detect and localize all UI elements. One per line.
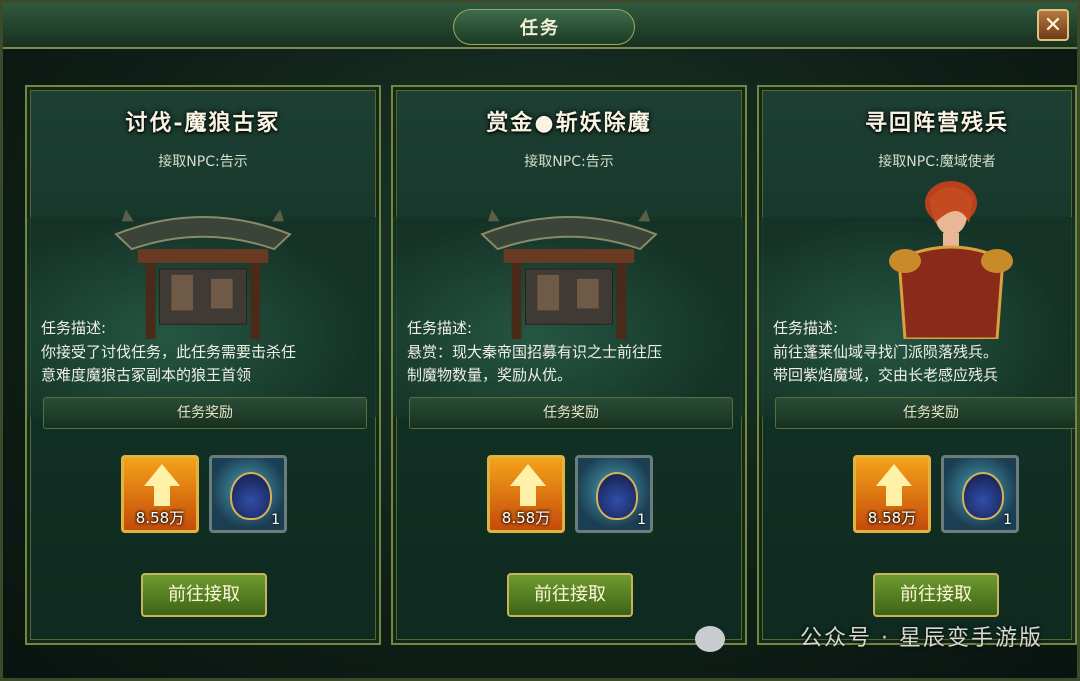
treasure-bag-icon (596, 472, 638, 520)
title-bar: 任务 ✕ (3, 3, 1077, 49)
npc-line: 接取NPC:告示 (393, 151, 745, 171)
treasure-bag-icon (962, 472, 1004, 520)
npc-label: 接取NPC: (158, 154, 220, 170)
exp-amount: 8.58万 (501, 509, 551, 527)
exp-reward[interactable]: 8.58万 (487, 455, 565, 533)
quest-title: 讨伐-魔狼古冢 (125, 110, 281, 136)
description-line: 悬赏：现大秦帝国招募有识之士前往压 (407, 343, 663, 361)
notice-board-icon (480, 209, 658, 339)
notice-board-icon (114, 209, 292, 339)
exp-reward[interactable]: 8.58万 (121, 455, 199, 533)
npc-name: 告示 (585, 154, 614, 170)
description-line: 前往蓬莱仙域寻找门派陨落残兵。 (773, 343, 999, 361)
exp-amount: 8.58万 (867, 509, 917, 527)
level-up-arrow-icon (144, 464, 180, 486)
item-reward[interactable]: 1 (941, 455, 1019, 533)
description-line: 你接受了讨伐任务，此任务需要击杀任 (41, 343, 297, 361)
item-count: 1 (271, 512, 280, 528)
quest-card-1: 讨伐-魔狼古冢 接取NPC:告示 任务描述: 你接受了讨伐任务，此任务需要击杀任… (25, 85, 381, 645)
item-reward[interactable]: 1 (575, 455, 653, 533)
description-label: 任务描述: (41, 319, 107, 337)
npc-name: 告示 (219, 154, 248, 170)
item-reward[interactable]: 1 (209, 455, 287, 533)
level-up-arrow-stem (154, 484, 170, 506)
level-up-arrow-icon (510, 464, 546, 486)
reward-header: 任务奖励 (43, 397, 367, 429)
exp-reward[interactable]: 8.58万 (853, 455, 931, 533)
description-text: 前往蓬莱仙域寻找门派陨落残兵。 带回紫焰魔域，交由长老感应残兵 (773, 341, 1073, 387)
watermark-text: 公众号 · 星辰变手游版 (800, 626, 1043, 651)
accept-quest-button[interactable]: 前往接取 (507, 573, 633, 617)
npc-name: 魔域使者 (939, 154, 996, 170)
npc-line: 接取NPC:魔域使者 (759, 151, 1075, 171)
description-line: 带回紫焰魔域，交由长老感应残兵 (773, 366, 999, 384)
description-text: 你接受了讨伐任务，此任务需要击杀任 意难度魔狼古冢副本的狼王首领 (41, 341, 371, 387)
description-text: 悬赏：现大秦帝国招募有识之士前往压 制魔物数量，奖励从优。 (407, 341, 737, 387)
item-count: 1 (637, 512, 646, 528)
quest-title: 赏金●斩妖除魔 (486, 110, 652, 136)
level-up-arrow-stem (520, 484, 536, 506)
exp-amount: 8.58万 (135, 509, 185, 527)
accept-quest-button[interactable]: 前往接取 (873, 573, 999, 617)
description-line: 制魔物数量，奖励从优。 (407, 366, 573, 384)
window-title: 任务 (520, 18, 560, 39)
npc-portrait-icon (889, 181, 1013, 339)
npc-line: 接取NPC:告示 (27, 151, 379, 171)
treasure-bag-icon (230, 472, 272, 520)
reward-header: 任务奖励 (409, 397, 733, 429)
item-count: 1 (1003, 512, 1012, 528)
description-label: 任务描述: (407, 319, 473, 337)
quest-window: 任务 ✕ 讨伐-魔狼古冢 接取NPC:告示 任务描述: 你接受了讨伐任务，此任务… (0, 0, 1080, 681)
wechat-icon (695, 626, 725, 652)
level-up-arrow-icon (876, 464, 912, 486)
description-label: 任务描述: (773, 319, 839, 337)
npc-label: 接取NPC: (878, 154, 940, 170)
level-up-arrow-stem (886, 484, 902, 506)
description-line: 意难度魔狼古冢副本的狼王首领 (41, 366, 252, 384)
quest-title: 寻回阵营残兵 (864, 110, 1009, 136)
accept-quest-button[interactable]: 前往接取 (141, 573, 267, 617)
close-icon[interactable]: ✕ (1037, 9, 1069, 41)
reward-header: 任务奖励 (775, 397, 1075, 429)
quest-card-3: 寻回阵营残兵 接取NPC:魔域使者 任务描述: 前往蓬莱仙域寻找门派陨落残兵。 … (757, 85, 1077, 645)
npc-label: 接取NPC: (524, 154, 586, 170)
quest-card-2: 赏金●斩妖除魔 接取NPC:告示 任务描述: 悬赏：现大秦帝国招募有识之士前往压… (391, 85, 747, 645)
